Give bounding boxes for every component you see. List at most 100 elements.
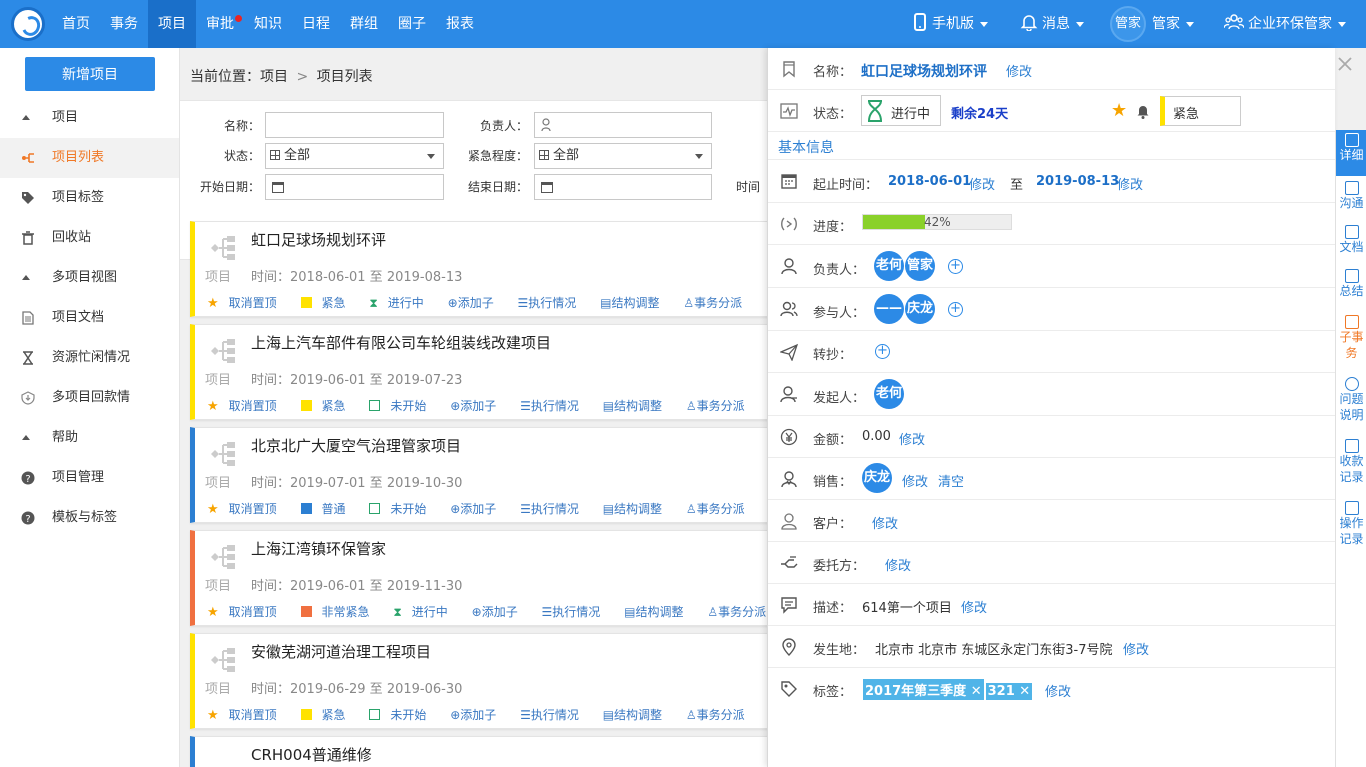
nav-knowledge[interactable]: 知识 bbox=[244, 0, 292, 48]
nav-circles[interactable]: 圈子 bbox=[388, 0, 436, 48]
status-action[interactable]: 未开始 bbox=[369, 502, 436, 516]
clear-sales-link[interactable]: 清空 bbox=[938, 471, 964, 490]
urgency-select[interactable]: 紧急 bbox=[1160, 96, 1241, 126]
sidebar-item-project-docs[interactable]: 项目文档 bbox=[0, 298, 179, 338]
edit-client-link[interactable]: 修改 bbox=[885, 555, 911, 574]
nav-home[interactable]: 首页 bbox=[52, 0, 100, 48]
project-title[interactable]: 安徽芜湖河道治理工程项目 bbox=[251, 641, 431, 662]
project-card[interactable]: 上海上汽车部件有限公司车轮组装线改建项目 项目 时间：2019-06-01 至 … bbox=[190, 324, 805, 420]
execution-action[interactable]: ☰执行情况 bbox=[520, 502, 589, 516]
app-logo[interactable] bbox=[11, 7, 45, 41]
project-card[interactable]: 安徽芜湖河道治理工程项目 项目 时间：2019-06-29 至 2019-06-… bbox=[190, 633, 805, 729]
edit-sales-link[interactable]: 修改 bbox=[902, 471, 928, 490]
project-card[interactable]: 北京北广大厦空气治理管家项目 项目 时间：2019-07-01 至 2019-1… bbox=[190, 427, 805, 523]
assign-action[interactable]: ♙事务分派 bbox=[707, 605, 776, 619]
nav-calendar[interactable]: 日程 bbox=[292, 0, 340, 48]
unpin-action[interactable]: ★ 取消置顶 bbox=[207, 708, 287, 723]
unpin-action[interactable]: ★ 取消置顶 bbox=[207, 502, 287, 517]
star-icon[interactable]: ★ bbox=[1111, 100, 1127, 121]
nav-tasks[interactable]: 事务 bbox=[100, 0, 148, 48]
tab-payments[interactable]: 收款记录 bbox=[1336, 436, 1366, 492]
add-child-action[interactable]: ⊕添加子 bbox=[448, 296, 504, 310]
project-card[interactable]: 虹口足球场规划环评 项目 时间：2018-06-01 至 2019-08-13 … bbox=[190, 221, 802, 317]
status-action[interactable]: 未开始 bbox=[369, 708, 436, 722]
avatar[interactable]: 老何 bbox=[874, 379, 904, 409]
project-title[interactable]: 虹口足球场规划环评 bbox=[251, 229, 386, 250]
execution-action[interactable]: ☰执行情况 bbox=[542, 605, 611, 619]
sidebar-group-help[interactable]: 帮助 bbox=[0, 418, 179, 458]
add-child-action[interactable]: ⊕添加子 bbox=[450, 502, 506, 516]
name-filter-input[interactable] bbox=[265, 112, 444, 138]
end-date-input[interactable] bbox=[534, 174, 712, 200]
mobile-menu[interactable]: 手机版 bbox=[914, 0, 988, 48]
assign-action[interactable]: ♙事务分派 bbox=[686, 708, 755, 722]
edit-end-link[interactable]: 修改 bbox=[1117, 174, 1143, 193]
status-action[interactable]: ⧗ 进行中 bbox=[369, 296, 433, 310]
sidebar-item-payment-status[interactable]: 多项目回款情 bbox=[0, 378, 179, 418]
assign-action[interactable]: ♙事务分派 bbox=[686, 502, 755, 516]
urgency-filter-select[interactable]: 全部 bbox=[534, 143, 712, 169]
unpin-action[interactable]: ★ 取消置顶 bbox=[207, 399, 287, 414]
add-cc-button[interactable]: + bbox=[875, 344, 890, 359]
tab-summary[interactable]: 总结 bbox=[1336, 266, 1366, 306]
add-child-action[interactable]: ⊕添加子 bbox=[450, 708, 506, 722]
sidebar-item-resource-availability[interactable]: 资源忙闲情况 bbox=[0, 338, 179, 378]
structure-action[interactable]: ▤结构调整 bbox=[603, 502, 672, 516]
avatar[interactable]: —— bbox=[874, 294, 904, 324]
progress-bar[interactable]: 42% bbox=[862, 214, 1012, 230]
edit-name-link[interactable]: 修改 bbox=[1006, 61, 1032, 80]
add-child-action[interactable]: ⊕添加子 bbox=[450, 399, 506, 413]
close-icon[interactable]: ✕ bbox=[1019, 684, 1030, 699]
owner-filter-input[interactable] bbox=[534, 112, 712, 138]
sidebar-item-project-tags[interactable]: 项目标签 bbox=[0, 178, 179, 218]
add-participant-button[interactable]: + bbox=[948, 302, 963, 317]
status-select[interactable]: 进行中 bbox=[861, 95, 941, 126]
close-icon[interactable] bbox=[1337, 56, 1353, 72]
execution-action[interactable]: ☰执行情况 bbox=[520, 399, 589, 413]
tag-chip[interactable]: 321 ✕ bbox=[985, 683, 1033, 700]
project-title[interactable]: 上海江湾镇环保管家 bbox=[251, 538, 386, 559]
status-action[interactable]: ⧗ 进行中 bbox=[393, 605, 457, 619]
messages-menu[interactable]: 消息 bbox=[1020, 0, 1084, 48]
status-filter-select[interactable]: 全部 bbox=[265, 143, 444, 169]
project-card[interactable]: 上海江湾镇环保管家 项目 时间：2019-06-01 至 2019-11-30 … bbox=[190, 530, 826, 626]
tab-question[interactable]: 问题说明 bbox=[1336, 374, 1366, 430]
edit-description-link[interactable]: 修改 bbox=[961, 597, 987, 616]
add-project-button[interactable]: 新增项目 bbox=[25, 57, 155, 91]
avatar[interactable]: 庆龙 bbox=[862, 463, 892, 493]
add-owner-button[interactable]: + bbox=[948, 259, 963, 274]
avatar[interactable]: 庆龙 bbox=[905, 294, 935, 324]
start-date-input[interactable] bbox=[265, 174, 444, 200]
sidebar-item-project-management[interactable]: ? 项目管理 bbox=[0, 458, 179, 498]
urgency-action[interactable]: 紧急 bbox=[300, 399, 356, 413]
add-child-action[interactable]: ⊕添加子 bbox=[472, 605, 528, 619]
sidebar-item-project-list[interactable]: 项目列表 bbox=[0, 138, 179, 178]
structure-action[interactable]: ▤结构调整 bbox=[603, 399, 672, 413]
sidebar-group-multi-view[interactable]: 多项目视图 bbox=[0, 258, 179, 298]
tab-communication[interactable]: 沟通 bbox=[1336, 178, 1366, 218]
project-card[interactable]: CRH004普通维修 bbox=[190, 736, 780, 767]
user-menu[interactable]: 管家 管家 bbox=[1110, 0, 1194, 48]
edit-place-link[interactable]: 修改 bbox=[1123, 639, 1149, 658]
bell-icon[interactable] bbox=[1136, 103, 1150, 119]
project-title[interactable]: 上海上汽车部件有限公司车轮组装线改建项目 bbox=[251, 332, 551, 353]
unpin-action[interactable]: ★ 取消置顶 bbox=[207, 296, 287, 311]
nav-groups[interactable]: 群组 bbox=[340, 0, 388, 48]
execution-action[interactable]: ☰执行情况 bbox=[520, 708, 589, 722]
edit-customer-link[interactable]: 修改 bbox=[872, 513, 898, 532]
tab-documents[interactable]: 文档 bbox=[1336, 222, 1366, 262]
structure-action[interactable]: ▤结构调整 bbox=[603, 708, 672, 722]
tab-detail[interactable]: 详细 bbox=[1336, 130, 1366, 176]
edit-tags-link[interactable]: 修改 bbox=[1045, 681, 1071, 700]
nav-approval[interactable]: 审批 bbox=[196, 0, 244, 48]
avatar[interactable]: 老何 bbox=[874, 251, 904, 281]
close-icon[interactable]: ✕ bbox=[971, 684, 982, 699]
structure-action[interactable]: ▤结构调整 bbox=[624, 605, 693, 619]
edit-start-link[interactable]: 修改 bbox=[969, 174, 995, 193]
urgency-action[interactable]: 非常紧急 bbox=[300, 605, 380, 619]
structure-action[interactable]: ▤结构调整 bbox=[600, 296, 669, 310]
project-title[interactable]: CRH004普通维修 bbox=[251, 744, 372, 765]
unpin-action[interactable]: ★ 取消置顶 bbox=[207, 605, 287, 620]
edit-amount-link[interactable]: 修改 bbox=[899, 429, 925, 448]
sidebar-group-project[interactable]: 项目 bbox=[0, 98, 179, 138]
